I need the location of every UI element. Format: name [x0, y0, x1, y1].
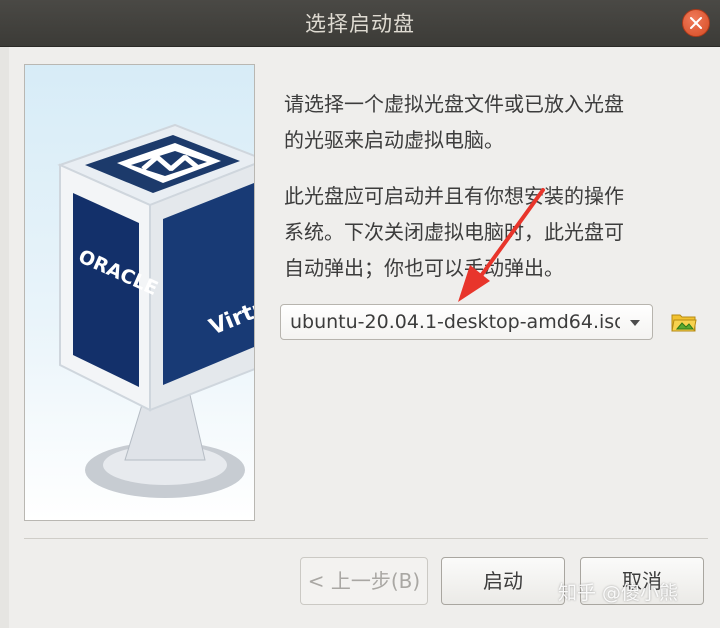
close-icon — [690, 17, 702, 29]
instruction-line: 自动弹出；你也可以手动弹出。 — [284, 256, 564, 280]
folder-icon — [671, 314, 697, 332]
back-button[interactable]: < 上一步(B) — [300, 557, 428, 605]
window-title: 选择启动盘 — [305, 12, 415, 36]
disk-image-dropdown[interactable]: ubuntu-20.04.1-desktop-amd64.iso — [280, 304, 653, 340]
instruction-line: 的光驱来启动虚拟电脑。 — [284, 128, 504, 152]
button-separator — [24, 538, 708, 539]
choose-disk-file-button[interactable] — [670, 308, 698, 336]
start-button[interactable]: 启动 — [441, 557, 565, 605]
instruction-paragraph-1: 请选择一个虚拟光盘文件或已放入光盘 的光驱来启动虚拟电脑。 — [284, 86, 704, 158]
instruction-line: 此光盘应可启动并且有你想安装的操作 — [284, 184, 624, 208]
close-button[interactable] — [682, 9, 710, 37]
title-bar[interactable]: 选择启动盘 — [0, 0, 720, 47]
instruction-line: 请选择一个虚拟光盘文件或已放入光盘 — [284, 92, 624, 116]
instruction-text: 请选择一个虚拟光盘文件或已放入光盘 的光驱来启动虚拟电脑。 此光盘应可启动并且有… — [284, 86, 704, 306]
dialog-window: 选择启动盘 ORACLE Virtu 请选择一个虚拟光盘文件或已放入光盘 的光驱… — [0, 0, 720, 628]
instruction-line: 系统。下次关闭虚拟电脑时，此光盘可 — [284, 220, 624, 244]
selected-disk-image: ubuntu-20.04.1-desktop-amd64.iso — [290, 311, 620, 333]
left-edge-strip — [0, 47, 9, 628]
watermark-text: 知乎 @傻小熊 — [558, 582, 679, 604]
chevron-down-icon[interactable] — [630, 320, 640, 326]
virtualbox-cube-logo: ORACLE Virtu — [57, 123, 254, 498]
virtualbox-logo-panel: ORACLE Virtu — [24, 64, 255, 521]
instruction-paragraph-2: 此光盘应可启动并且有你想安装的操作 系统。下次关闭虚拟电脑时，此光盘可 自动弹出… — [284, 178, 704, 286]
